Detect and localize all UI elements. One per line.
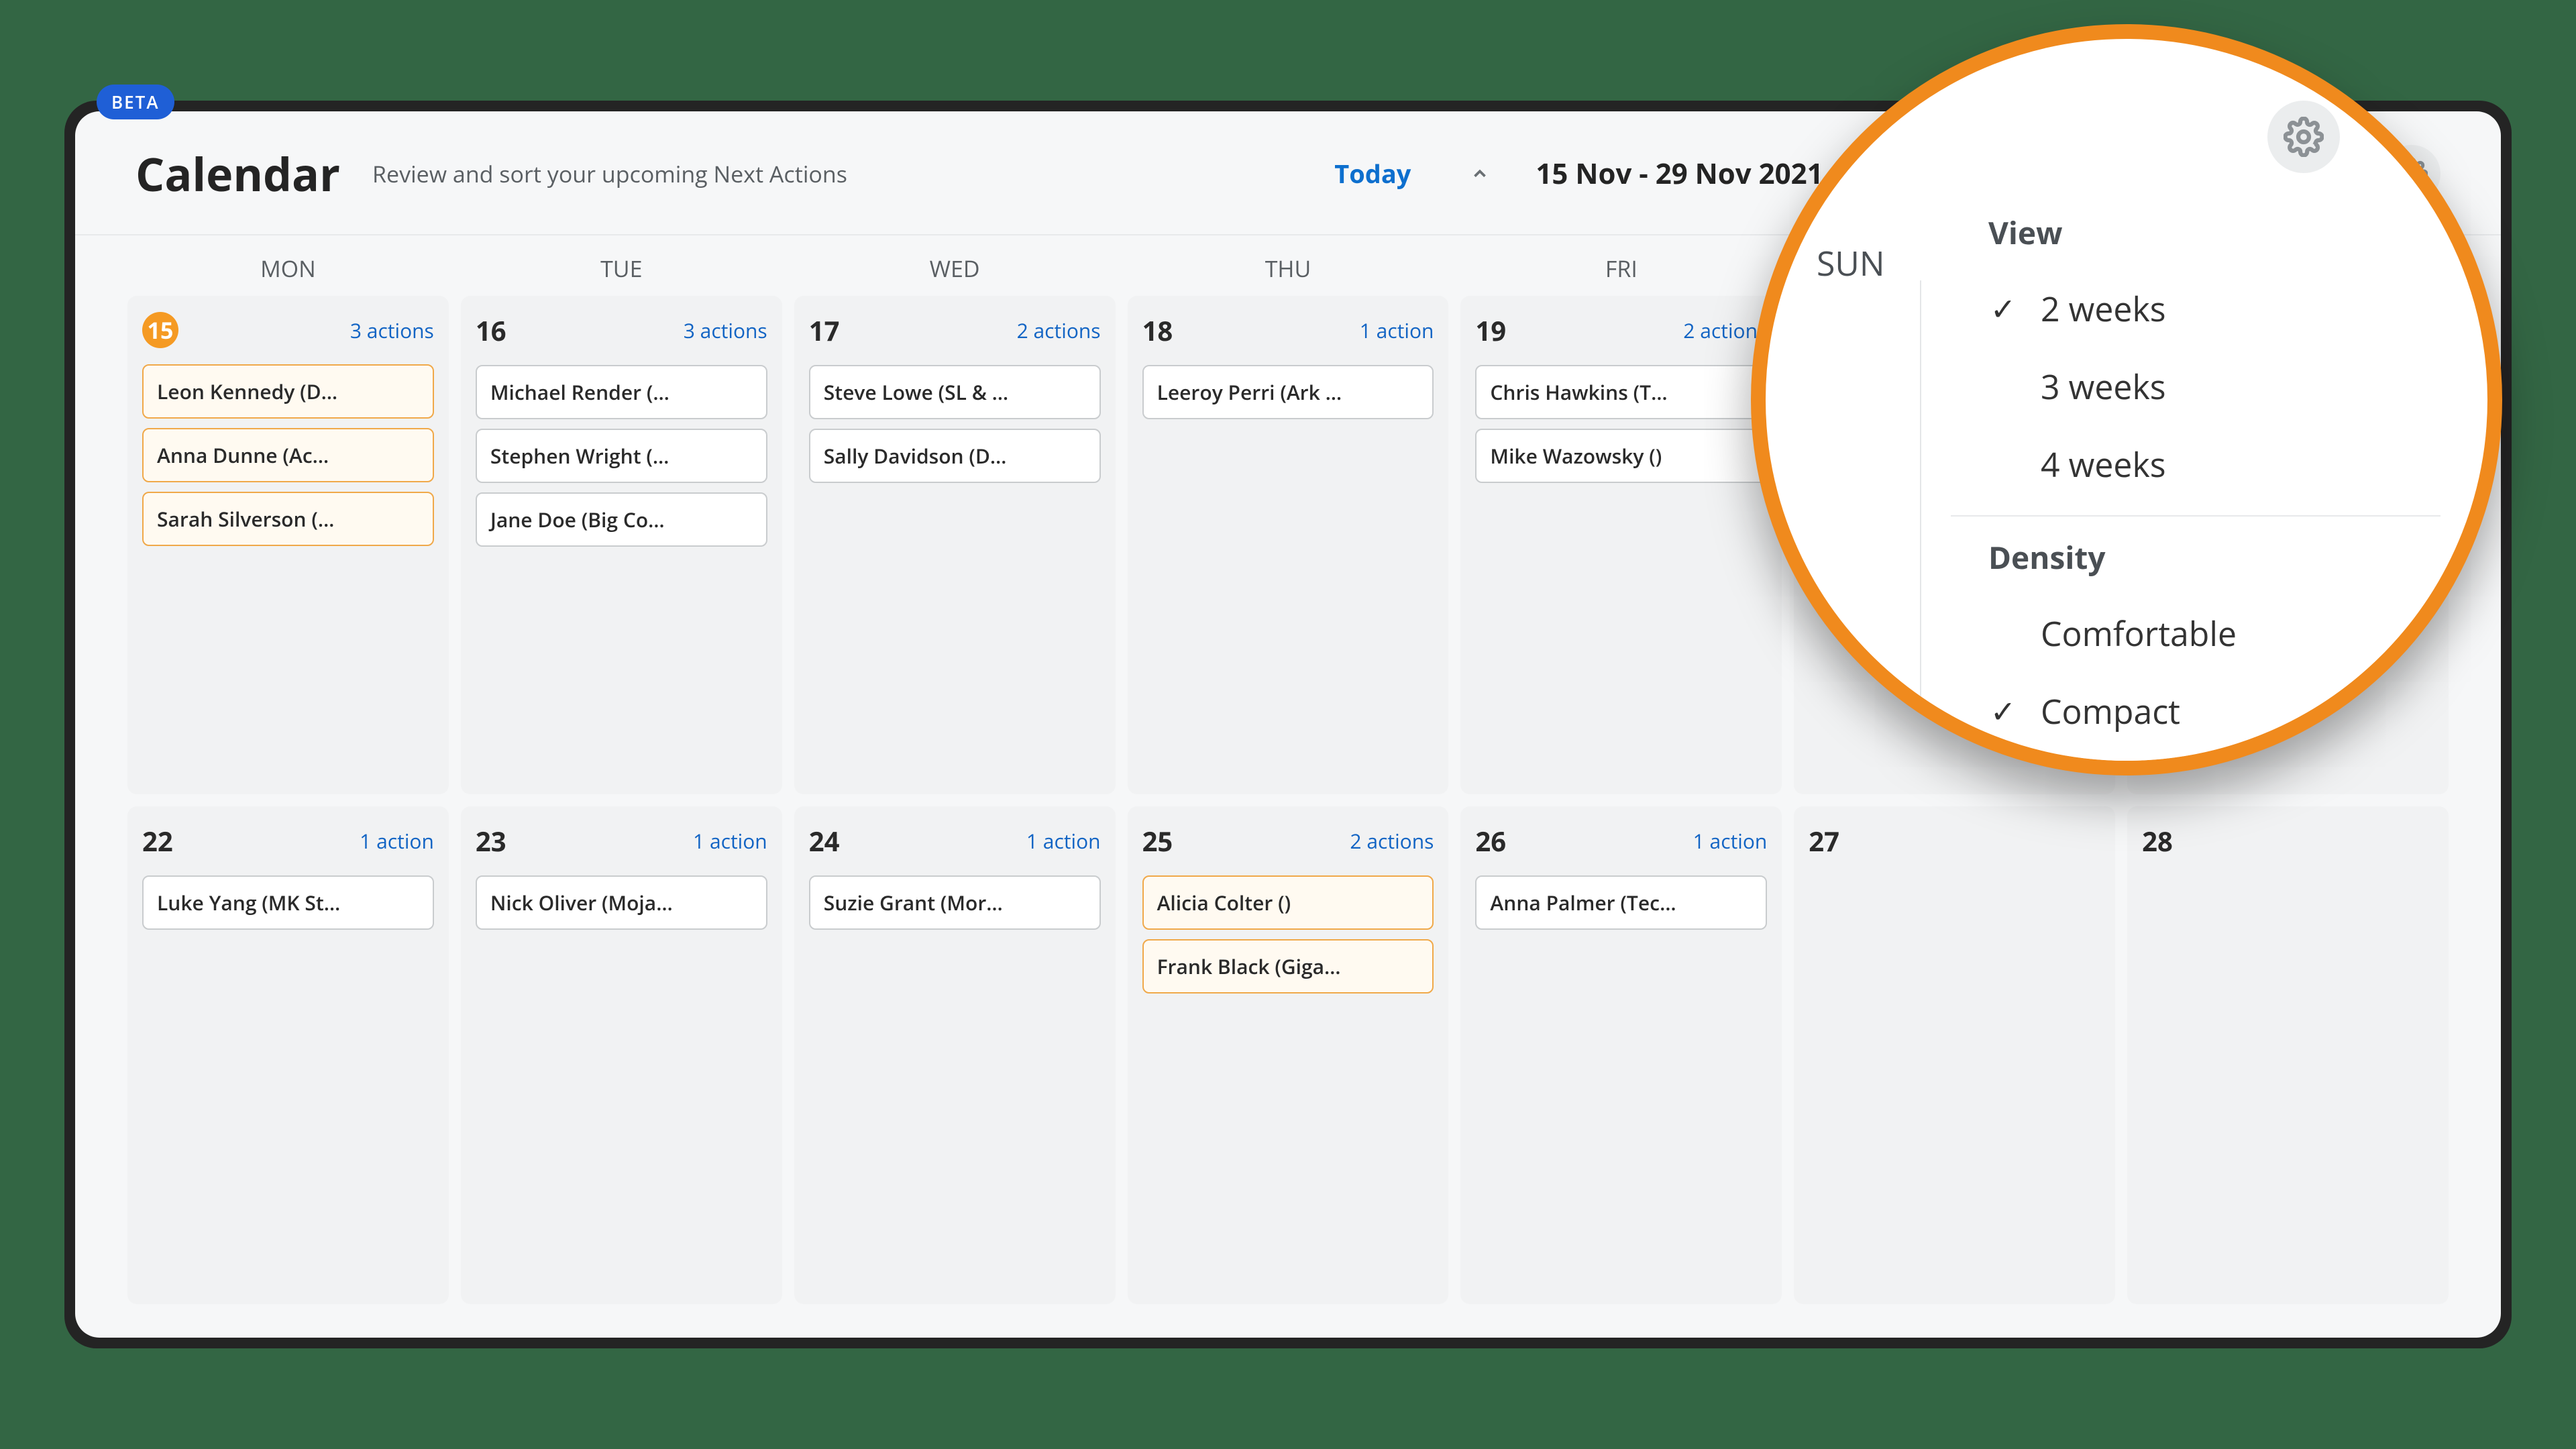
day-number: 26 (1475, 822, 1506, 859)
day-cell: 24 1 action Suzie Grant (Mor… (794, 806, 1116, 1305)
day-cell: 18 1 action Leeroy Perri (Ark … (1128, 296, 1449, 794)
actions-count[interactable]: 2 actions (1683, 317, 1767, 344)
day-cell: 26 1 action Anna Palmer (Tec… (1460, 806, 1782, 1305)
weekday-sun-zoom: SUN (1817, 240, 1885, 286)
day-cell: 16 3 actions Michael Render (… Stephen Wrig… (461, 296, 782, 794)
day-number-today: 15 (142, 312, 178, 348)
actions-count[interactable]: 2 actions (1017, 317, 1101, 344)
action-chip[interactable]: Alicia Colter () (1142, 875, 1434, 930)
action-chip[interactable]: Steve Lowe (SL & … (809, 365, 1101, 419)
view-option[interactable]: 4 weeks (1951, 425, 2440, 503)
view-option[interactable]: 3 weeks (1951, 347, 2440, 425)
weekday-mon: MON (127, 253, 449, 284)
day-cell: 15 3 actions Leon Kennedy (D… Anna Dunne (A… (127, 296, 449, 794)
view-option[interactable]: ✓ 2 weeks (1951, 270, 2440, 347)
weekday-tue: TUE (461, 253, 782, 284)
action-chip[interactable]: Sally Davidson (D… (809, 429, 1101, 483)
view-label: 2 weeks (2041, 286, 2166, 331)
view-label: 3 weeks (2041, 364, 2166, 409)
prev-period-button[interactable] (1463, 157, 1497, 191)
actions-count[interactable]: 1 action (360, 827, 434, 855)
chevron-up-icon (1470, 164, 1490, 184)
column-divider (1920, 280, 1921, 775)
day-cell: 22 1 action Luke Yang (MK St… (127, 806, 449, 1305)
page-title: Calendar (136, 142, 340, 205)
day-number: 22 (142, 822, 173, 859)
action-chip[interactable]: Sarah Silverson (… (142, 492, 434, 546)
density-option[interactable]: Comfortable (1951, 594, 2440, 672)
actions-count[interactable]: 1 action (1693, 827, 1768, 855)
gear-icon (2284, 117, 2324, 157)
beta-badge: BETA (97, 85, 174, 119)
action-chip[interactable]: Luke Yang (MK St… (142, 875, 434, 930)
day-number: 28 (2142, 822, 2173, 859)
actions-count[interactable]: 1 action (1026, 827, 1101, 855)
weekday-fri: FRI (1460, 253, 1782, 284)
density-label: Compact (2041, 688, 2180, 734)
action-chip[interactable]: Frank Black (Giga… (1142, 939, 1434, 994)
day-number: 25 (1142, 822, 1173, 859)
view-label: 4 weeks (2041, 441, 2166, 487)
action-chip[interactable]: Mike Wazowsky () (1475, 429, 1767, 483)
day-number: 27 (1809, 822, 1839, 859)
action-chip[interactable]: Leeroy Perri (Ark … (1142, 365, 1434, 419)
day-number: 23 (476, 822, 506, 859)
action-chip[interactable]: Leon Kennedy (D… (142, 364, 434, 419)
day-number: 19 (1475, 312, 1506, 349)
action-chip[interactable]: Anna Dunne (Ac… (142, 428, 434, 482)
actions-count[interactable]: 3 actions (350, 317, 434, 344)
actions-count[interactable]: 3 actions (684, 317, 767, 344)
menu-divider (1951, 515, 2440, 517)
day-cell: 23 1 action Nick Oliver (Moja… (461, 806, 782, 1305)
weekday-thu: THU (1128, 253, 1449, 284)
action-chip[interactable]: Stephen Wright (… (476, 429, 767, 483)
check-icon: ✓ (1988, 288, 2018, 329)
action-chip[interactable]: Nick Oliver (Moja… (476, 875, 767, 930)
day-cell: 25 2 actions Alicia Colter () Frank Black (… (1128, 806, 1449, 1305)
action-chip[interactable]: Michael Render (… (476, 365, 767, 419)
day-number: 24 (809, 822, 840, 859)
settings-button-zoom[interactable] (2267, 101, 2340, 173)
page-subtitle: Review and sort your upcoming Next Actio… (372, 158, 847, 189)
action-chip[interactable]: Jane Doe (Big Co… (476, 492, 767, 547)
settings-menu: View ✓ 2 weeks 3 weeks 4 weeks Density Comf… (1951, 177, 2440, 775)
density-label: Comfortable (2041, 610, 2237, 656)
day-cell: 19 2 actions Chris Hawkins (T… Mike Wazowsk… (1460, 296, 1782, 794)
weekday-wed: WED (794, 253, 1116, 284)
today-button[interactable]: Today (1334, 156, 1411, 191)
day-cell: 28 (2127, 806, 2449, 1305)
day-cell: 17 2 actions Steve Lowe (SL & … Sally David… (794, 296, 1116, 794)
check-icon: ✓ (1988, 690, 2018, 732)
action-chip[interactable]: Suzie Grant (Mor… (809, 875, 1101, 930)
settings-callout: SUN View ✓ 2 weeks 3 weeks 4 weeks Density … (1751, 24, 2502, 775)
actions-count[interactable]: 1 action (1360, 317, 1434, 344)
actions-count[interactable]: 1 action (693, 827, 767, 855)
day-cell: 27 (1794, 806, 2115, 1305)
day-number: 16 (476, 312, 506, 349)
action-chip[interactable]: Chris Hawkins (T… (1475, 365, 1767, 419)
density-heading: Density (1951, 529, 2440, 594)
density-option[interactable]: ✓ Compact (1951, 672, 2440, 750)
actions-count[interactable]: 2 actions (1350, 827, 1434, 855)
day-number: 18 (1142, 312, 1173, 349)
view-heading: View (1951, 204, 2440, 270)
day-number: 17 (809, 312, 840, 349)
action-chip[interactable]: Anna Palmer (Tec… (1475, 875, 1767, 930)
